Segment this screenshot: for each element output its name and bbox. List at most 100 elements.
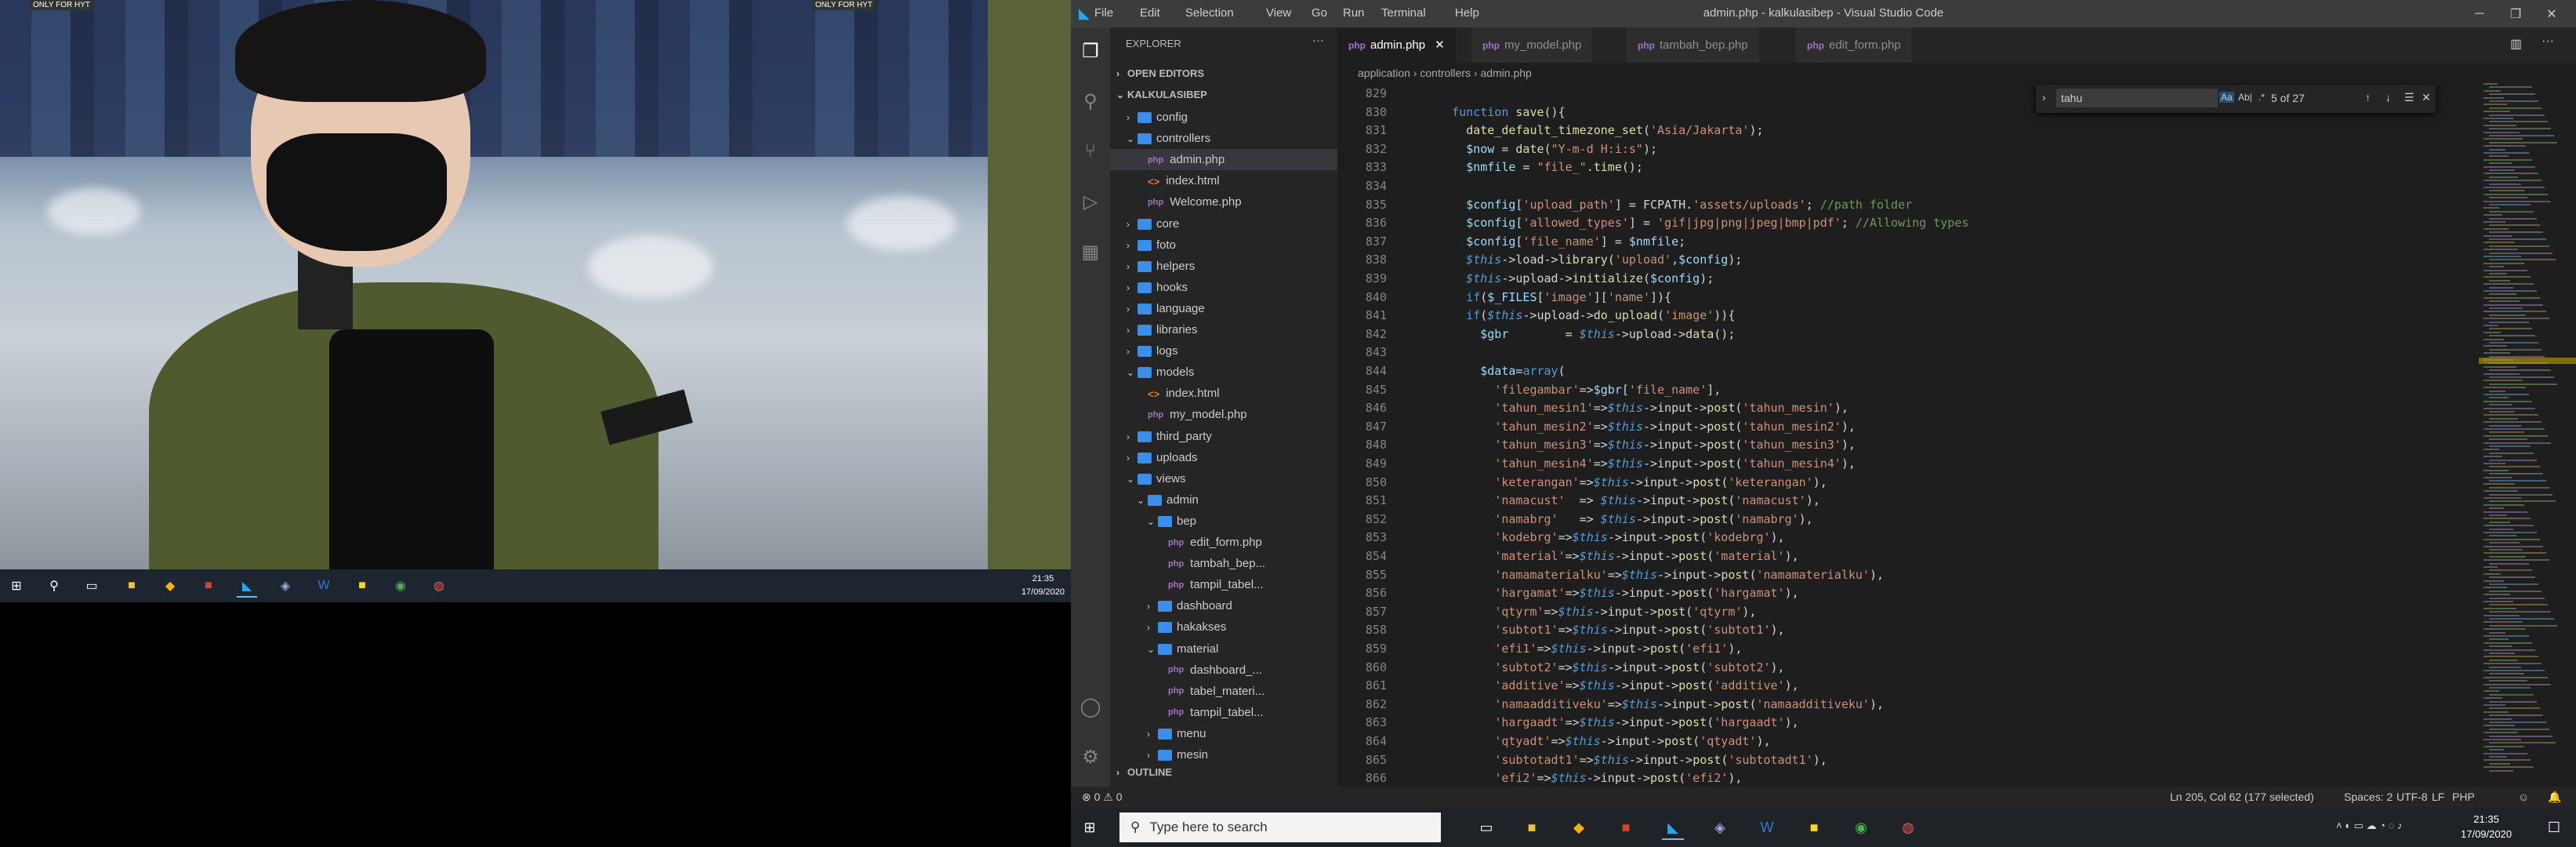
match-word-toggle[interactable]: Ab|	[2238, 92, 2252, 103]
code-line[interactable]: 'efi2'=>$this->input->post('efi2'),	[1424, 771, 1742, 785]
extensions-icon[interactable]: ▦	[1078, 239, 1103, 264]
tree-item[interactable]: › helpers	[1110, 256, 1337, 277]
more-actions-icon[interactable]: ···	[2542, 35, 2554, 49]
search-icon[interactable]: ⚲	[1078, 89, 1103, 114]
close-icon[interactable]: ✕	[2534, 2, 2570, 26]
action-center-icon[interactable]: ☐	[2543, 816, 2565, 838]
outline-section[interactable]: › OUTLINE	[1116, 766, 1172, 778]
previous-match-icon[interactable]: ↑	[2365, 91, 2371, 104]
sticky-notes-icon[interactable]: ■	[1803, 816, 1825, 838]
line-ending[interactable]: LF	[2432, 787, 2444, 808]
split-editor-icon[interactable]: ▥	[2510, 36, 2522, 52]
taskbar-search[interactable]: ⚲ Type here to search	[1119, 812, 1441, 842]
ppt-icon[interactable]: ■	[1615, 816, 1637, 838]
code-line[interactable]: 'efi1'=>$this->input->post('efi1'),	[1424, 642, 1742, 656]
ppt-icon[interactable]: ■	[198, 576, 219, 596]
run-debug-icon[interactable]: ▷	[1078, 189, 1103, 214]
code-line[interactable]: $data=array(	[1424, 364, 1565, 378]
app-icon-2[interactable]: ◈	[1709, 816, 1731, 838]
code-line[interactable]: 'subtot2'=>$this->input->post('subtot2')…	[1424, 660, 1784, 674]
tree-item[interactable]: › uploads	[1110, 447, 1337, 468]
code-line[interactable]: 'subtot1'=>$this->input->post('subtot1')…	[1424, 623, 1784, 637]
code-line[interactable]: $now = date("Y-m-d H:i:s");	[1424, 142, 1657, 156]
code-line[interactable]: 'tahun_mesin4'=>$this->input->post('tahu…	[1424, 456, 1856, 471]
code-line[interactable]: 'tahun_mesin2'=>$this->input->post('tahu…	[1424, 420, 1856, 434]
taskbar-clock[interactable]: 21:35 17/09/2020	[2461, 812, 2512, 842]
tree-item[interactable]: php tambah_bep...	[1110, 553, 1337, 574]
tree-item[interactable]: php tampil_tabel...	[1110, 702, 1337, 723]
tree-item[interactable]: › dashboard	[1110, 595, 1337, 616]
tray-icons[interactable]: ˄ ◐ ▭ ☁ ◔ ◌ ♪	[2336, 820, 2402, 832]
code-line[interactable]: $nmfile = "file_".time();	[1424, 160, 1643, 174]
code-line[interactable]: 'hargaadt'=>$this->input->post('hargaadt…	[1424, 715, 1798, 729]
tab-tambah-bep-php[interactable]: php tambah_bep.php	[1627, 27, 1759, 63]
minimap[interactable]	[2479, 83, 2576, 787]
code-line[interactable]: $this->upload->initialize($config);	[1424, 271, 1714, 285]
settings-gear-icon[interactable]: ⚙	[1078, 744, 1103, 769]
code-line[interactable]: date_default_timezone_set('Asia/Jakarta'…	[1424, 123, 1763, 137]
notifications-icon[interactable]: 🔔	[2548, 787, 2561, 808]
tree-item[interactable]: › config	[1110, 107, 1337, 128]
tree-item[interactable]: › libraries	[1110, 319, 1337, 340]
tree-item[interactable]: › mesin	[1110, 744, 1337, 765]
tree-item[interactable]: › menu	[1110, 723, 1337, 744]
file-explorer-icon[interactable]: ■	[122, 576, 142, 596]
code-line[interactable]: $config['allowed_types'] = 'gif|jpg|png|…	[1424, 216, 1968, 230]
chrome-icon[interactable]: ◉	[390, 576, 411, 596]
file-explorer-icon[interactable]: ■	[1521, 816, 1543, 838]
word-icon[interactable]: W	[1756, 816, 1778, 838]
next-match-icon[interactable]: ↓	[2386, 91, 2391, 104]
code-line[interactable]: $this->load->library('upload',$config);	[1424, 253, 1742, 267]
code-line[interactable]: if($this->upload->do_upload('image')){	[1424, 308, 1735, 322]
code-line[interactable]: if($_FILES['image']['name']){	[1424, 290, 1671, 304]
match-case-toggle[interactable]: Aa	[2219, 92, 2234, 103]
explorer-icon[interactable]: ❐	[1078, 38, 1103, 64]
tab-my-model-php[interactable]: php my_model.php	[1471, 27, 1593, 63]
code-line[interactable]: 'qtyrm'=>$this->input->post('qtyrm'),	[1424, 605, 1756, 619]
tab-admin-php[interactable]: php admin.php ✕	[1337, 27, 1456, 63]
indentation[interactable]: Spaces: 2	[2344, 787, 2393, 808]
encoding[interactable]: UTF-8	[2396, 787, 2428, 808]
tree-item[interactable]: php my_model.php	[1110, 404, 1337, 425]
app-icon-3[interactable]: ◍	[429, 576, 449, 596]
toggle-replace-icon[interactable]: ›	[2042, 91, 2046, 104]
cursor-position[interactable]: Ln 205, Col 62 (177 selected)	[2170, 787, 2314, 808]
code-line[interactable]: 'namaadditiveku'=>$this->input->post('na…	[1424, 697, 1884, 711]
code-line[interactable]: 'additive'=>$this->input->post('additive…	[1424, 678, 1798, 693]
code-line[interactable]: 'keterangan'=>$this->input->post('ketera…	[1424, 475, 1827, 489]
tree-item[interactable]: <> index.html	[1110, 383, 1337, 404]
task-view-icon[interactable]: ▭	[1475, 816, 1497, 838]
code-line[interactable]: $config['upload_path'] = FCPATH.'assets/…	[1424, 198, 1912, 212]
chrome-icon[interactable]: ◉	[1850, 816, 1872, 838]
tree-item[interactable]: php tampil_tabel...	[1110, 574, 1337, 595]
code-line[interactable]: 'tahun_mesin3'=>$this->input->post('tahu…	[1424, 438, 1856, 452]
vscode-icon[interactable]: ◣	[237, 576, 257, 598]
code-line[interactable]: 'tahun_mesin1'=>$this->input->post('tahu…	[1424, 401, 1849, 415]
word-icon[interactable]: W	[314, 576, 334, 596]
more-actions-icon[interactable]: ···	[1312, 34, 1324, 47]
vscode-icon[interactable]: ◣	[1662, 816, 1684, 840]
code-line[interactable]: 'namacust' => $this->input->post('namacu…	[1424, 493, 1820, 507]
code-line[interactable]: 'qtyadt'=>$this->input->post('qtyadt'),	[1424, 734, 1770, 748]
windows-start-icon[interactable]: ⊞	[1079, 816, 1101, 838]
code-line[interactable]: $config['file_name'] = $nmfile;	[1424, 234, 1685, 249]
find-input[interactable]: tahu	[2056, 89, 2218, 107]
breadcrumb-item[interactable]: application	[1358, 67, 1410, 79]
code-line[interactable]: 'namabrg' => $this->input->post('namabrg…	[1424, 512, 1812, 526]
tab-edit-form-php[interactable]: php edit_form.php	[1796, 27, 1912, 63]
tree-item[interactable]: › hakakses	[1110, 616, 1337, 638]
tree-item[interactable]: ⌄ material	[1110, 638, 1337, 660]
account-icon[interactable]: ◯	[1078, 694, 1103, 719]
task-view-icon[interactable]: ▭	[82, 576, 102, 596]
tree-item[interactable]: ⌄ bep	[1110, 511, 1337, 532]
app-icon[interactable]: ◆	[160, 576, 180, 596]
breadcrumb-item[interactable]: admin.php	[1480, 67, 1531, 79]
tree-item[interactable]: php Welcome.php	[1110, 191, 1337, 213]
close-tab-icon[interactable]: ✕	[1431, 38, 1445, 52]
restore-icon[interactable]: ❐	[2498, 2, 2534, 26]
project-section[interactable]: ⌄ KALKULASIBEP	[1116, 89, 1207, 100]
feedback-icon[interactable]: ☺	[2518, 787, 2529, 808]
tree-item[interactable]: php edit_form.php	[1110, 532, 1337, 553]
code-line[interactable]: 'filegambar'=>$gbr['file_name'],	[1424, 383, 1721, 397]
code-line[interactable]: 'hargamat'=>$this->input->post('hargamat…	[1424, 586, 1798, 600]
